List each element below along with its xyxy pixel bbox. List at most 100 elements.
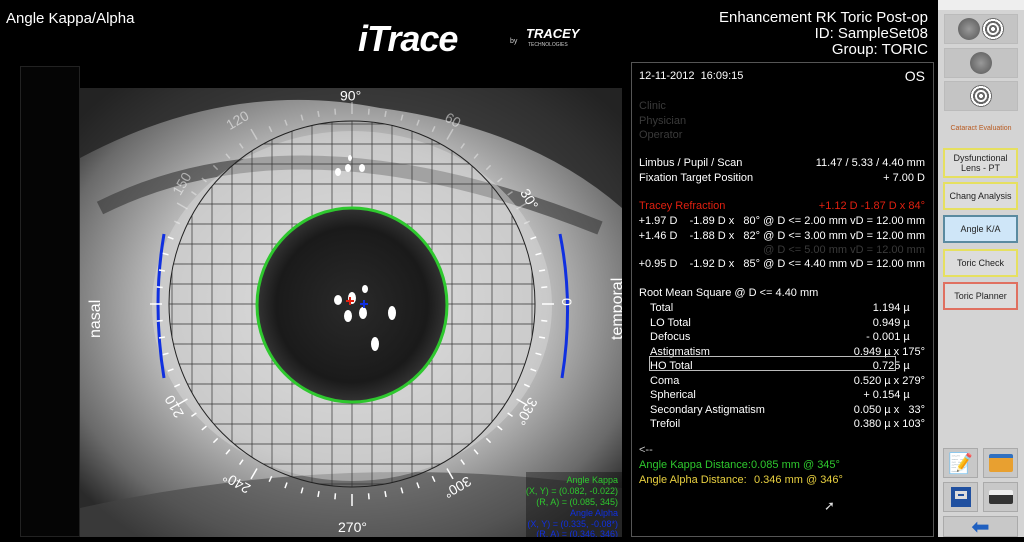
angle-tick: [541, 286, 548, 289]
wavefront-icon: [970, 52, 992, 74]
angle-tick: [538, 336, 546, 339]
ho-total-highlight: [649, 356, 896, 371]
refraction-row: +1.46 D -1.88 D x 82° @ D <= 3.00 mm vD …: [638, 230, 925, 242]
rms-value: + 0.154 µ: [863, 389, 925, 401]
itrace-logo: iTrace by TRACEY TECHNOLOGIES: [358, 18, 598, 60]
rings-view-button[interactable]: [944, 81, 1018, 111]
toric-planner-button[interactable]: Toric Planner: [943, 282, 1018, 310]
refraction-label: Tracey Refraction: [639, 200, 726, 212]
physician-label: Physician: [639, 115, 687, 127]
screen-title: Angle Kappa/Alpha: [6, 10, 135, 27]
angle-tick: [158, 269, 166, 272]
rms-row: Defocus - 0.001 µ: [650, 331, 925, 343]
rings-icon: [970, 85, 992, 107]
open-folder-button[interactable]: [983, 448, 1018, 478]
back-arrow-link[interactable]: <--: [639, 444, 653, 456]
eye-side: OS: [904, 68, 925, 84]
pupil-outline: [255, 206, 449, 404]
print-button[interactable]: [983, 482, 1018, 512]
exam-name: Enhancement RK Toric Post-op: [719, 9, 928, 26]
kappa-distance-label: Angle Kappa Distance:: [639, 459, 751, 471]
eye-image[interactable]: 90° 270° 0 30° 330° 300° 240° 210 60 120…: [80, 87, 626, 539]
logo-text: iTrace: [358, 18, 458, 59]
mouse-cursor: ➚: [824, 498, 835, 513]
angle-tick: [156, 286, 163, 289]
wavefront-icon: [958, 18, 980, 40]
operator-label: Operator: [639, 129, 683, 141]
label-90: 90°: [340, 88, 361, 103]
rings-icon: [982, 18, 1004, 40]
angle-tick: [317, 490, 320, 498]
floppy-disk-icon: [950, 487, 971, 507]
label-nasal: nasal: [87, 300, 104, 338]
fixation-value: + 7.00 D: [883, 172, 925, 184]
kappa-xy: (X, Y) = (0.082, -0.022): [526, 486, 618, 496]
section-label: Cataract Evaluation: [950, 125, 1012, 132]
rms-value: - 0.001 µ: [866, 331, 925, 343]
label-270: 270°: [338, 519, 367, 535]
rms-label: Total: [650, 302, 674, 314]
toric-check-button[interactable]: Toric Check: [943, 249, 1018, 277]
alpha-ra: (R, A) = (0.346, 346): [536, 529, 618, 537]
notepad-pencil-icon: 📝: [948, 452, 973, 475]
rms-row: LO Total 0.949 µ: [650, 317, 925, 329]
patient-group: Group: TORIC: [831, 41, 928, 58]
notes-button[interactable]: 📝: [943, 448, 978, 478]
patient-id: ID: SampleSet08: [814, 25, 928, 42]
refraction-row: +1.97 D -1.89 D x 80° @ D <= 2.00 mm vD …: [638, 215, 925, 227]
angle-tick: [384, 110, 387, 118]
dysfunctional-lens-button[interactable]: Dysfunctional Lens - PT: [943, 148, 1018, 178]
chang-analysis-button[interactable]: Chang Analysis: [943, 182, 1018, 210]
lps-label: Limbus / Pupil / Scan: [639, 157, 743, 169]
refraction-row: @ D <= 5.00 mm vD = 12.00 mm: [763, 244, 925, 256]
printer-icon: [988, 490, 1013, 504]
alpha-title: Angle Alpha: [570, 508, 618, 518]
rms-label: Spherical: [650, 389, 696, 401]
rms-value: 0.380 µ x 103°: [853, 418, 925, 430]
wavefront-and-rings-view-button[interactable]: [944, 14, 1018, 44]
left-arrow-icon: ⬅: [971, 513, 990, 539]
exam-info: Enhancement RK Toric Post-op ID: SampleS…: [719, 10, 928, 58]
angle-tick: [317, 110, 320, 118]
rms-label: Coma: [650, 374, 680, 387]
alpha-distance-label: Angle Alpha Distance:: [639, 474, 747, 486]
kappa-title: Angle Kappa: [566, 475, 618, 485]
rms-row: Total 1.194 µ: [650, 302, 925, 314]
rms-row: Coma 0.520 µ x 279°: [650, 375, 925, 387]
lps-value: 11.47 / 5.33 / 4.40 mm: [815, 157, 925, 169]
angle-tick: [384, 490, 387, 498]
sidebar: Cataract Evaluation Dysfunctional Lens -…: [938, 0, 1024, 537]
logo-sub: TECHNOLOGIES: [528, 42, 568, 48]
rms-label: Defocus: [650, 331, 691, 343]
wavefront-view-button[interactable]: [944, 48, 1018, 78]
rms-value: 0.520 µ x 279°: [853, 374, 925, 387]
exam-datetime: 12-11-2012 16:09:15: [639, 70, 744, 82]
folder-icon: [988, 454, 1013, 472]
angle-tick: [538, 269, 546, 272]
logo-brand: TRACEY: [526, 26, 580, 41]
rms-row: Secondary Astigmatism 0.050 µ x 33°: [650, 404, 925, 416]
angle-tick: [158, 336, 166, 339]
rms-row: Trefoil 0.380 µ x 103°: [650, 418, 925, 430]
rms-label: Trefoil: [650, 418, 681, 430]
angle-ka-button[interactable]: Angle K/A: [943, 215, 1018, 243]
rms-title: Root Mean Square @ D <= 4.40 mm: [639, 287, 819, 299]
kappa-ra: (R, A) = (0.085, 345): [536, 497, 618, 507]
rms-label: LO Total: [650, 316, 691, 329]
back-button[interactable]: ⬅: [943, 513, 1018, 539]
results-panel: 12-11-2012 16:09:15 OS Clinic Physician O…: [631, 62, 934, 537]
angle-tick: [367, 493, 370, 500]
label-0: 0: [559, 298, 575, 306]
angle-tick: [334, 108, 337, 115]
angle-tick: [367, 108, 370, 115]
alpha-xy: (X, Y) = (0.335, -0.08*): [527, 519, 618, 529]
angle-tick: [334, 493, 337, 500]
logo-by: by: [510, 38, 518, 45]
rms-value: 0.949 µ: [872, 316, 925, 329]
left-strip: [20, 66, 80, 537]
kappa-distance-value: 0.085 mm @ 345°: [751, 459, 840, 471]
save-button[interactable]: [943, 482, 978, 512]
refraction-value: +1.12 D -1.87 D x 84°: [818, 200, 925, 212]
label-temporal: temporal: [609, 278, 622, 340]
clinic-label: Clinic: [639, 100, 666, 112]
